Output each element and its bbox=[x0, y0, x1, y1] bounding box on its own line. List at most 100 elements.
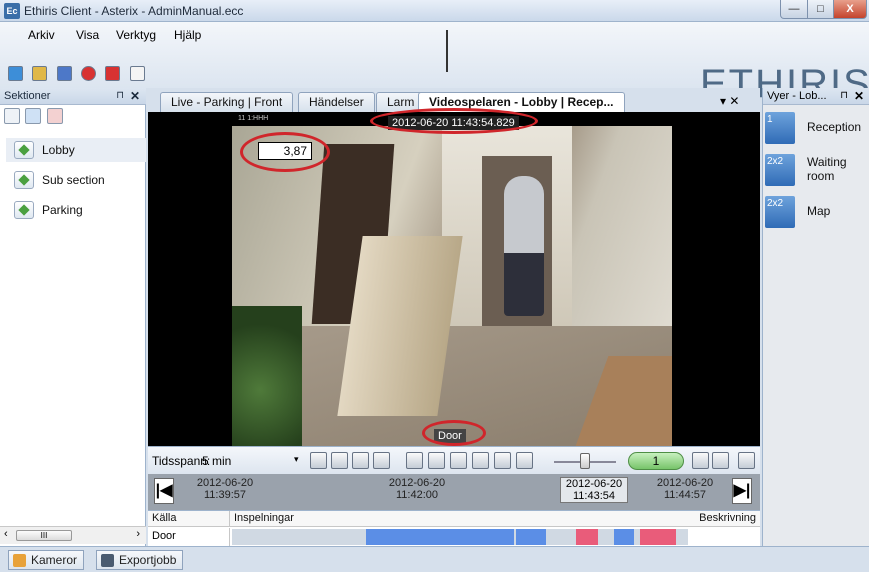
play-icon[interactable] bbox=[450, 452, 467, 469]
chevron-down-icon[interactable]: ▾ bbox=[294, 454, 299, 465]
menu-arkiv[interactable]: Arkiv bbox=[28, 28, 55, 42]
step-back-icon[interactable] bbox=[428, 452, 445, 469]
counter-highlight bbox=[240, 132, 330, 172]
step-forward-icon[interactable] bbox=[472, 452, 489, 469]
export-icon[interactable] bbox=[129, 66, 145, 81]
tab-label: Kameror bbox=[31, 553, 78, 567]
tree-view-icon[interactable] bbox=[4, 108, 20, 124]
section-item-sub-section[interactable]: Sub section bbox=[6, 168, 146, 192]
tab-handelser[interactable]: Händelser bbox=[298, 92, 375, 112]
view-label: Waiting room bbox=[807, 155, 847, 183]
close-panel-icon[interactable]: ✕ bbox=[130, 89, 140, 103]
timeline-next-button[interactable]: ▶| bbox=[732, 478, 752, 504]
section-icon bbox=[14, 171, 34, 189]
recording-bar[interactable] bbox=[232, 529, 688, 545]
view-label: Reception bbox=[807, 120, 862, 134]
minimize-button[interactable]: — bbox=[780, 0, 808, 19]
skip-start-icon[interactable] bbox=[406, 452, 423, 469]
grid-icon[interactable] bbox=[692, 452, 709, 469]
section-icon bbox=[14, 201, 34, 219]
column-description[interactable]: Beskrivning bbox=[688, 511, 760, 527]
menu-hjalp[interactable]: Hjälp bbox=[174, 28, 201, 42]
title-bar: Ec Ethiris Client - Asterix - AdminManua… bbox=[0, 0, 869, 22]
timestamp-highlight bbox=[370, 108, 538, 134]
tab-menu-icon[interactable]: ▾ ✕ bbox=[720, 94, 739, 108]
view-label: Map bbox=[807, 204, 831, 218]
section-label: Parking bbox=[42, 203, 83, 217]
scroll-left-icon[interactable]: ‹ bbox=[4, 528, 8, 540]
label-highlight bbox=[422, 420, 486, 446]
record-icon[interactable] bbox=[81, 66, 97, 81]
maximize-button[interactable]: □ bbox=[807, 0, 834, 19]
timeline-tick: 2012-06-20 11:42:00 bbox=[388, 477, 446, 501]
menu-verktyg[interactable]: Verktyg bbox=[116, 28, 156, 42]
camera-tag: 11 1:HHH bbox=[238, 115, 269, 122]
speed-indicator: 1 bbox=[628, 452, 684, 470]
settings-icon[interactable] bbox=[8, 66, 23, 81]
close-panel-icon[interactable]: ✕ bbox=[854, 89, 864, 103]
timespan-value[interactable]: 5 min bbox=[202, 454, 231, 468]
details-view-icon[interactable] bbox=[46, 108, 63, 124]
speed-slider-thumb[interactable] bbox=[580, 453, 590, 469]
timeline-current-time: 2012-06-20 11:43:54 bbox=[560, 477, 628, 503]
zoom-icon[interactable] bbox=[331, 452, 348, 469]
recording-segment[interactable] bbox=[614, 529, 634, 545]
timeline-tick: 2012-06-20 11:44:57 bbox=[656, 477, 714, 501]
scroll-thumb[interactable]: III bbox=[16, 530, 72, 541]
fit-icon[interactable] bbox=[352, 452, 369, 469]
folder-icon[interactable] bbox=[32, 66, 48, 81]
view-item-waiting-room[interactable]: 2x2 Waiting room bbox=[763, 152, 869, 188]
timeline-prev-button[interactable]: |◀ bbox=[154, 478, 174, 504]
section-item-parking[interactable]: Parking bbox=[6, 198, 146, 222]
camera-icon bbox=[13, 554, 26, 567]
recording-segment[interactable] bbox=[516, 529, 546, 545]
section-icon bbox=[14, 141, 34, 159]
skip-end-icon[interactable] bbox=[516, 452, 533, 469]
close-button[interactable]: X bbox=[833, 0, 867, 19]
view-item-reception[interactable]: 1 Reception bbox=[763, 110, 869, 146]
print-icon[interactable] bbox=[738, 452, 755, 469]
view-item-map[interactable]: 2x2 Map bbox=[763, 194, 869, 230]
camera-image bbox=[232, 126, 672, 446]
sections-toolbar bbox=[4, 108, 65, 126]
view-layout-icon: 2x2 bbox=[765, 154, 795, 186]
scroll-right-icon[interactable]: › bbox=[136, 528, 140, 540]
list-view-icon[interactable] bbox=[25, 108, 42, 124]
event-segment[interactable] bbox=[576, 529, 598, 545]
timeline[interactable]: |◀ 2012-06-20 11:39:57 2012-06-20 11:42:00… bbox=[148, 474, 760, 510]
horizontal-scrollbar[interactable]: ‹ III › bbox=[0, 526, 146, 544]
sections-panel-title: Sektioner bbox=[4, 90, 51, 102]
camera-select-icon[interactable] bbox=[310, 452, 327, 469]
sections-panel-header: Sektioner ⊓ ✕ bbox=[0, 88, 146, 105]
playback-controls: Tidsspann: 5 min ▾ 1 bbox=[148, 446, 760, 474]
connect-icon[interactable] bbox=[56, 66, 72, 81]
timeline-tick: 2012-06-20 11:39:57 bbox=[196, 477, 254, 501]
column-recordings[interactable]: Inspelningar bbox=[230, 511, 688, 527]
view-layout-icon: 2x2 bbox=[765, 196, 795, 228]
views-panel: Vyer - Lob... ⊓ ✕ 1 Reception 2x2 Waitin… bbox=[762, 88, 869, 546]
snapshot-icon[interactable] bbox=[712, 452, 729, 469]
recording-segment[interactable] bbox=[366, 529, 514, 545]
power-icon[interactable] bbox=[105, 66, 121, 81]
pin-icon[interactable]: ⊓ bbox=[116, 90, 124, 101]
recording-source: Door bbox=[148, 528, 230, 546]
section-label: Sub section bbox=[42, 173, 105, 187]
column-source[interactable]: Källa bbox=[148, 511, 230, 527]
menu-visa[interactable]: Visa bbox=[76, 28, 99, 42]
section-item-lobby[interactable]: Lobby bbox=[6, 138, 146, 162]
view-layout-icon: 1 bbox=[765, 112, 795, 144]
menu-bar: Arkiv Visa Verktyg Hjälp ETHIRIS bbox=[0, 22, 869, 106]
event-segment[interactable] bbox=[640, 529, 676, 545]
export-job-icon bbox=[101, 554, 114, 567]
recordings-table: Källa Inspelningar Beskrivning Door bbox=[148, 510, 760, 546]
fast-forward-icon[interactable] bbox=[494, 452, 511, 469]
timeline-cursor[interactable] bbox=[446, 30, 448, 72]
pin-icon[interactable]: ⊓ bbox=[840, 90, 848, 101]
list-icon[interactable] bbox=[373, 452, 390, 469]
section-label: Lobby bbox=[42, 143, 75, 157]
tab-kameror[interactable]: Kameror bbox=[8, 550, 85, 570]
tab-label: Exportjobb bbox=[119, 553, 177, 567]
video-player[interactable]: 11 1:HHH 2012-06-20 11:43:54.829 3,87 Do… bbox=[148, 108, 760, 446]
tab-exportjobb[interactable]: Exportjobb bbox=[96, 550, 184, 570]
tab-live-parking[interactable]: Live - Parking | Front bbox=[160, 92, 294, 112]
